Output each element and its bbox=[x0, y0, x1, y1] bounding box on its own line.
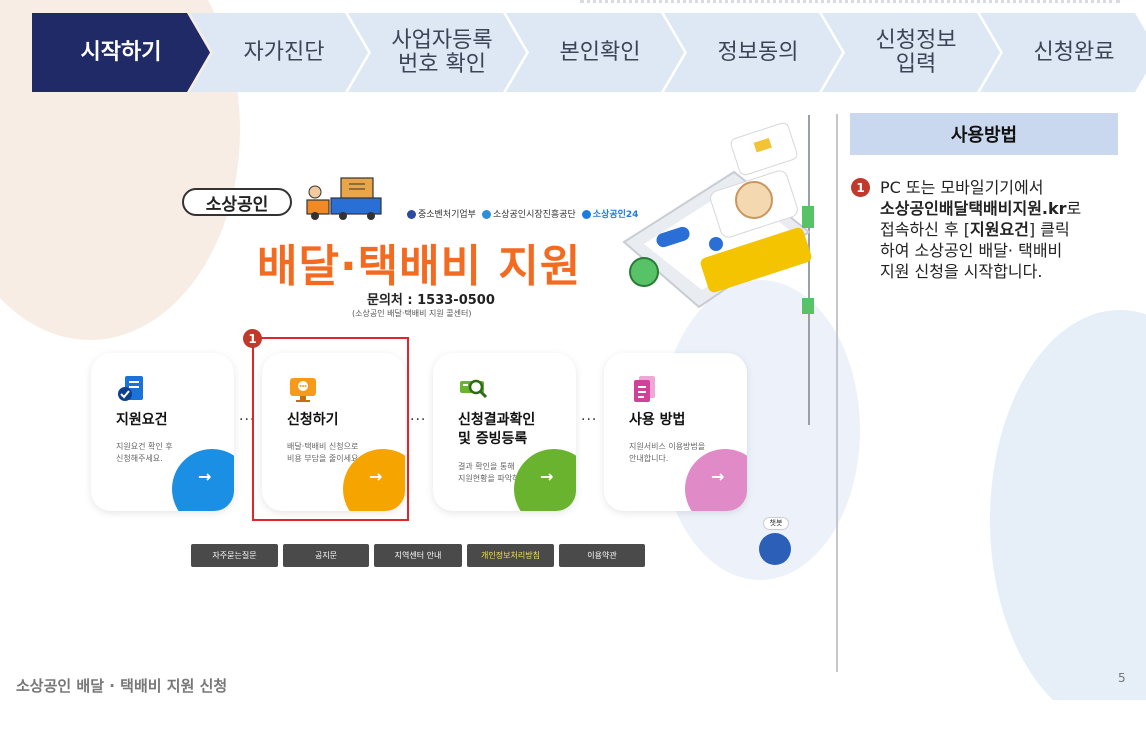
step-start: 시작하기 bbox=[32, 13, 210, 92]
step-complete: 신청완료 bbox=[980, 13, 1146, 92]
step-identity-verification: 본인확인 bbox=[506, 13, 684, 92]
arrow-right-icon: → bbox=[540, 467, 554, 486]
usage-line: PC 또는 모바일기기에서 bbox=[880, 178, 1044, 197]
usage-line: 접속하신 후 [지원요건] 클릭 bbox=[880, 220, 1070, 239]
step-application-input: 신청정보 입력 bbox=[822, 13, 1000, 92]
org-mss: 중소벤처기업부 bbox=[418, 209, 476, 220]
slide: 시작하기 자가진단 사업자등록 번호 확인 본인확인 정보동의 신청정보 입력 … bbox=[0, 0, 1146, 700]
contact-number: 문의처 : 1533-0500 bbox=[367, 293, 495, 308]
ellipsis-separator: ··· bbox=[581, 412, 598, 428]
usage-instructions: PC 또는 모바일기기에서 소상공인배달택배비지원.kr로 접속하신 후 [지원… bbox=[867, 177, 1122, 282]
org-semas: 소상공인시장진흥공단 bbox=[492, 209, 576, 220]
highlight-box bbox=[252, 337, 409, 521]
step-info-consent: 정보동의 bbox=[664, 13, 842, 92]
footer-title: 소상공인 배달 · 택배비 지원 신청 bbox=[16, 677, 228, 695]
card-result-check[interactable]: 신청결과확인 및 증빙등록 결과 확인을 통해 지원현황을 파악하세요. → bbox=[433, 353, 576, 511]
chatbot-button[interactable]: 챗봇 bbox=[759, 517, 793, 567]
phone-illustration bbox=[622, 122, 814, 314]
site-logo[interactable]: 소상공인 bbox=[182, 188, 292, 216]
footer-link-row: 자주묻는질문 공지문 지역센터 안내 개인정보처리방침 이용약관 bbox=[191, 544, 645, 567]
search-document-icon bbox=[460, 379, 488, 399]
usage-line: 소상공인배달택배비지원.kr로 bbox=[880, 199, 1082, 218]
privacy-policy-button[interactable]: 개인정보처리방침 bbox=[467, 544, 554, 567]
card-arrow-button[interactable]: → bbox=[514, 449, 576, 511]
hero-headline: 배달·택배비 지원 bbox=[257, 241, 582, 292]
site-url: 소상공인배달택배비지원.kr bbox=[880, 199, 1067, 218]
chatbot-icon bbox=[759, 533, 791, 565]
usage-heading: 사용방법 bbox=[850, 113, 1118, 155]
usage-line: 하여 소상공인 배달· 택배비 bbox=[880, 241, 1063, 260]
delivery-truck-icon bbox=[306, 177, 382, 220]
page-number: 5 bbox=[1118, 671, 1126, 685]
ellipsis-separator: ··· bbox=[410, 412, 427, 428]
slide-page: 시작하기 자가진단 사업자등록 번호 확인 본인확인 정보동의 신청정보 입력 … bbox=[0, 0, 1146, 731]
background-shape bbox=[990, 310, 1146, 700]
card-title: 신청결과확인 및 증빙등록 bbox=[458, 412, 536, 447]
notice-button[interactable]: 공지문 bbox=[283, 544, 369, 567]
terms-button[interactable]: 이용약관 bbox=[559, 544, 645, 567]
card-title: 사용 방법 bbox=[629, 412, 686, 428]
step-business-number: 사업자등록 번호 확인 bbox=[348, 13, 526, 92]
website-screenshot: 소상공인 중소벤처기업부 소상공인시장진흥공단 소상공인24 배달·택배비 지원… bbox=[32, 112, 814, 592]
card-how-to-use[interactable]: 사용 방법 지원서비스 이용방법을 안내합니다. → bbox=[604, 353, 747, 511]
card-eligibility[interactable]: 지원요건 지원요건 확인 후 신청해주세요. → bbox=[91, 353, 234, 511]
regional-center-button[interactable]: 지역센터 안내 bbox=[374, 544, 462, 567]
contact-subtitle: (소상공인 배달·택배비 지원 콜센터) bbox=[352, 309, 472, 318]
document-pages-icon bbox=[634, 376, 655, 402]
faq-button[interactable]: 자주묻는질문 bbox=[191, 544, 278, 567]
divider bbox=[836, 114, 838, 672]
chatbot-label: 챗봇 bbox=[763, 517, 789, 530]
eligibility-link-label: 지원요건 bbox=[970, 220, 1029, 239]
dotted-line-decoration bbox=[580, 0, 1120, 4]
step-badge: 1 bbox=[243, 329, 262, 348]
process-step-bar: 시작하기 자가진단 사업자등록 번호 확인 본인확인 정보동의 신청정보 입력 … bbox=[32, 13, 1146, 92]
step-self-diagnosis: 자가진단 bbox=[190, 13, 368, 92]
arrow-right-icon: → bbox=[198, 467, 212, 486]
card-title: 지원요건 bbox=[116, 412, 168, 428]
usage-line: 지원 신청을 시작합니다. bbox=[880, 262, 1043, 281]
document-check-icon bbox=[118, 376, 143, 401]
arrow-right-icon: → bbox=[711, 467, 725, 486]
